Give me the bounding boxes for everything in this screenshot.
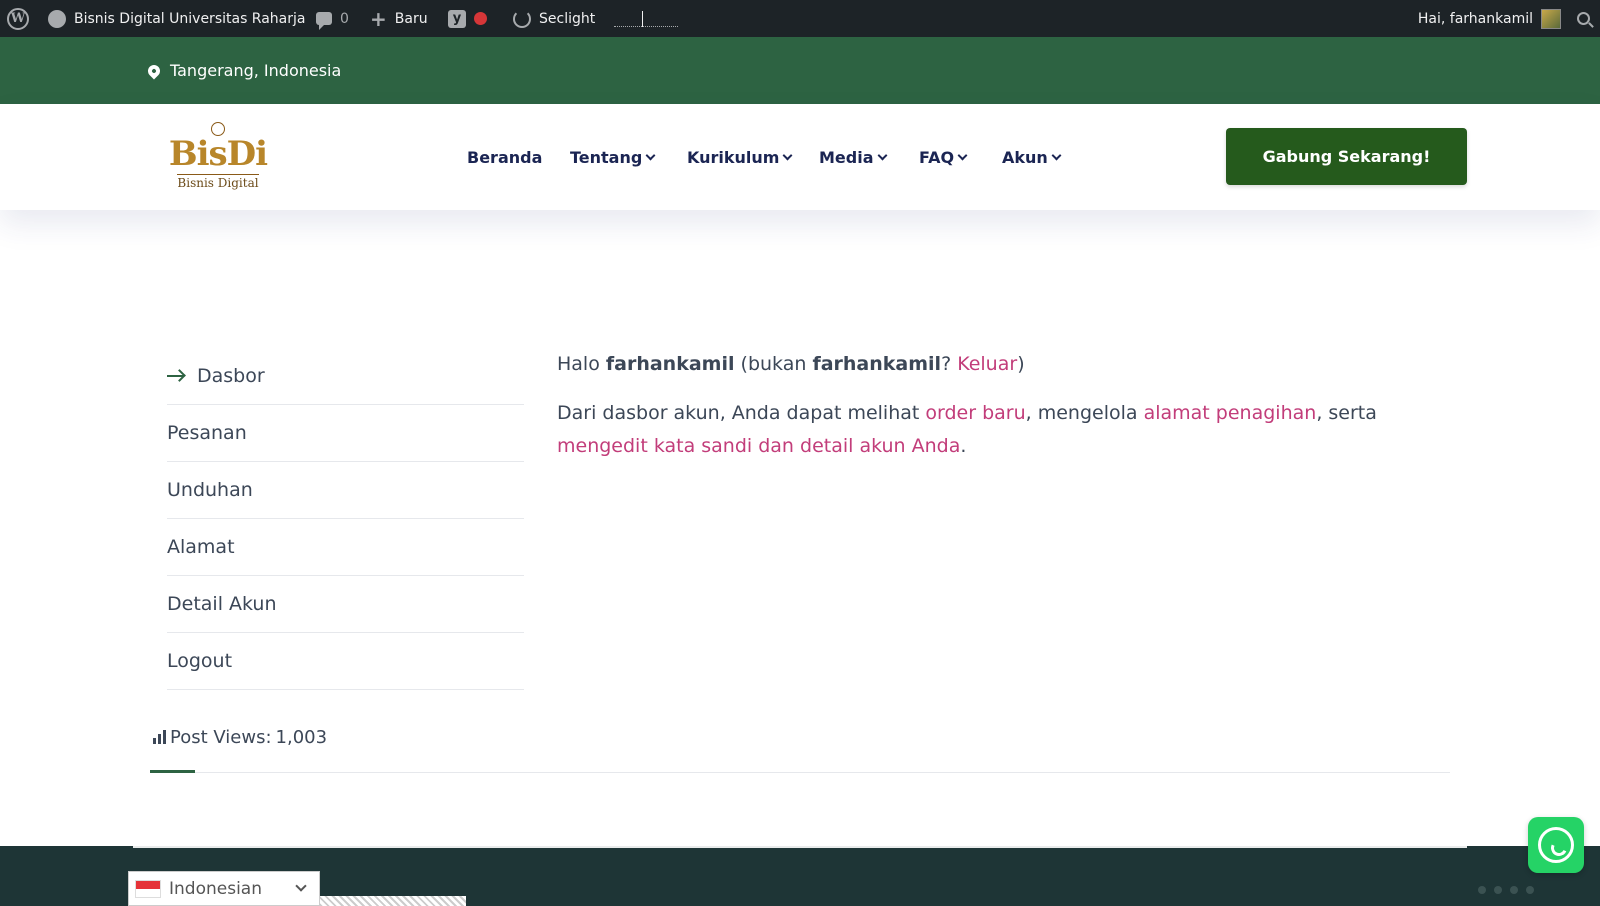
yoast-menu[interactable]: y bbox=[448, 0, 487, 37]
comments-count: 0 bbox=[340, 10, 349, 27]
wordpress-icon: W bbox=[7, 7, 29, 30]
text: Dari dasbor akun, Anda dapat melihat bbox=[557, 402, 926, 424]
seclight-label: Seclight bbox=[539, 10, 596, 27]
stats-graph-icon bbox=[614, 10, 678, 27]
site-logo[interactable]: BisDi Bisnis Digital bbox=[168, 122, 268, 194]
account-nav-pesanan[interactable]: Pesanan bbox=[167, 405, 524, 462]
post-views-count: 1,003 bbox=[275, 726, 328, 748]
dashboard-icon bbox=[48, 9, 66, 28]
location-pin-icon bbox=[145, 62, 163, 79]
nav-faq[interactable]: FAQ bbox=[919, 104, 968, 210]
nav-label: Akun bbox=[1002, 147, 1048, 167]
whatsapp-icon bbox=[1538, 827, 1574, 863]
wordpress-menu[interactable]: W bbox=[7, 0, 29, 37]
account-nav-unduhan[interactable]: Unduhan bbox=[167, 462, 524, 519]
decorative-dots bbox=[1478, 886, 1536, 894]
text: ) bbox=[1017, 353, 1025, 375]
admin-bar: W Bisnis Digital Universitas Raharja 0 +… bbox=[0, 0, 1600, 37]
intro-paragraph: Dari dasbor akun, Anda dapat melihat ord… bbox=[557, 397, 1427, 463]
site-header: BisDi Bisnis Digital Beranda Tentang Kur… bbox=[0, 104, 1600, 210]
account-nav-label: Logout bbox=[167, 650, 233, 672]
text: . bbox=[960, 435, 967, 457]
nav-label: Tentang bbox=[570, 147, 643, 167]
comments-link[interactable]: 0 bbox=[316, 0, 349, 37]
account-nav-dasbor[interactable]: Dasbor bbox=[167, 348, 524, 405]
divider bbox=[150, 772, 1450, 773]
username: farhankamil bbox=[812, 353, 942, 375]
whatsapp-button[interactable] bbox=[1528, 817, 1584, 873]
new-label: Baru bbox=[394, 10, 428, 27]
chevron-down-icon bbox=[783, 150, 793, 160]
new-content-menu[interactable]: + Baru bbox=[370, 0, 428, 37]
stats-graph[interactable] bbox=[614, 0, 678, 37]
account-nav-label: Unduhan bbox=[167, 479, 253, 501]
admin-search[interactable] bbox=[1577, 0, 1590, 37]
nav-akun[interactable]: Akun bbox=[1002, 104, 1062, 210]
chevron-down-icon bbox=[645, 150, 656, 160]
language-selected: Indonesian bbox=[169, 878, 262, 899]
join-now-button[interactable]: Gabung Sekarang! bbox=[1226, 128, 1467, 185]
nav-beranda[interactable]: Beranda bbox=[467, 104, 542, 210]
nav-label: FAQ bbox=[919, 147, 955, 167]
top-info-bar: Tangerang, Indonesia bbox=[0, 37, 1600, 104]
decorative-pattern bbox=[320, 896, 466, 906]
account-nav-label: Alamat bbox=[167, 536, 235, 558]
billing-address-link[interactable]: alamat penagihan bbox=[1144, 402, 1317, 424]
post-views: Post Views: 1,003 bbox=[153, 722, 327, 752]
chevron-down-icon bbox=[295, 880, 307, 892]
username: farhankamil bbox=[605, 353, 735, 375]
account-nav-detail-akun[interactable]: Detail Akun bbox=[167, 576, 524, 633]
logout-link[interactable]: Keluar bbox=[957, 353, 1017, 375]
post-views-label: Post Views: bbox=[170, 726, 272, 748]
orders-link[interactable]: order baru bbox=[925, 402, 1025, 424]
logo-subtitle: Bisnis Digital bbox=[177, 174, 259, 190]
nav-media[interactable]: Media bbox=[819, 104, 887, 210]
dashboard-content: Halo farhankamil (bukan farhankamil? Kel… bbox=[557, 348, 1427, 479]
footer-divider bbox=[133, 846, 1467, 848]
chevron-down-icon bbox=[877, 150, 887, 160]
site-name-link[interactable]: Bisnis Digital Universitas Raharja bbox=[48, 0, 306, 37]
site-name: Bisnis Digital Universitas Raharja bbox=[74, 10, 306, 27]
logo-title: BisDi bbox=[168, 134, 268, 174]
text: , mengelola bbox=[1025, 402, 1144, 424]
account-nav-logout[interactable]: Logout bbox=[167, 633, 524, 690]
text: (bukan bbox=[734, 353, 813, 375]
greeting: Hai, farhankamil bbox=[1417, 10, 1533, 27]
avatar-icon bbox=[1541, 8, 1561, 29]
nav-kurikulum[interactable]: Kurikulum bbox=[687, 104, 793, 210]
nav-label: Media bbox=[819, 147, 874, 167]
nav-label: Beranda bbox=[467, 147, 543, 167]
seclight-icon bbox=[513, 9, 531, 28]
arrow-right-icon bbox=[167, 375, 183, 377]
divider-accent bbox=[150, 770, 195, 773]
plus-icon: + bbox=[370, 6, 387, 31]
text: Halo bbox=[557, 353, 606, 375]
nav-label: Kurikulum bbox=[687, 147, 780, 167]
location: Tangerang, Indonesia bbox=[145, 37, 342, 104]
seclight-menu[interactable]: Seclight bbox=[513, 0, 595, 37]
search-icon bbox=[1577, 12, 1590, 25]
flag-icon bbox=[135, 879, 161, 898]
account-navigation: Dasbor Pesanan Unduhan Alamat Detail Aku… bbox=[167, 348, 524, 690]
text: , serta bbox=[1316, 402, 1377, 424]
text: ? bbox=[941, 353, 958, 375]
edit-account-link[interactable]: mengedit kata sandi dan detail akun Anda bbox=[557, 435, 960, 457]
location-text: Tangerang, Indonesia bbox=[170, 61, 342, 80]
chevron-down-icon bbox=[957, 150, 968, 160]
yoast-icon: y bbox=[448, 9, 466, 28]
nav-tentang[interactable]: Tentang bbox=[570, 104, 656, 210]
chevron-down-icon bbox=[1051, 150, 1062, 160]
language-selector[interactable]: Indonesian bbox=[128, 871, 320, 906]
account-nav-label: Detail Akun bbox=[167, 593, 277, 615]
account-nav-label: Pesanan bbox=[167, 422, 247, 444]
greeting-paragraph: Halo farhankamil (bukan farhankamil? Kel… bbox=[557, 348, 1427, 381]
account-menu[interactable]: Hai, farhankamil bbox=[1418, 0, 1561, 37]
account-nav-alamat[interactable]: Alamat bbox=[167, 519, 524, 576]
status-dot-icon bbox=[474, 12, 487, 25]
comment-icon bbox=[316, 12, 332, 30]
bar-chart-icon bbox=[153, 730, 166, 744]
account-nav-label: Dasbor bbox=[197, 365, 265, 387]
